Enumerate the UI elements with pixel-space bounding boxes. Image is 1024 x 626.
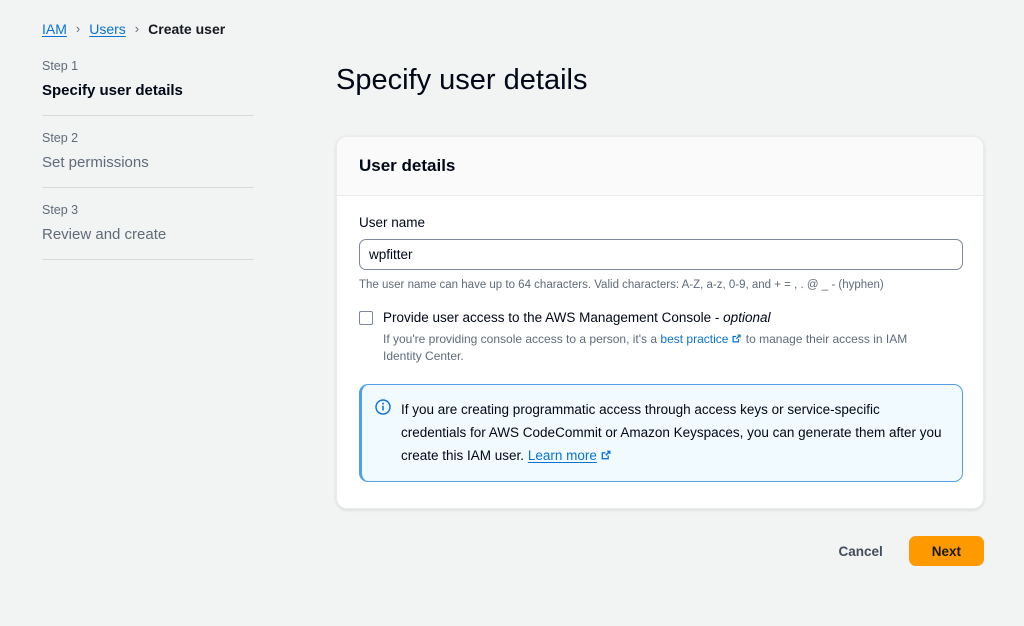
breadcrumb-item-users[interactable]: Users <box>89 20 126 38</box>
user-details-card: User details User name The user name can… <box>336 136 984 509</box>
step-3-title: Review and create <box>42 225 254 245</box>
learn-more-link[interactable]: Learn more <box>528 448 597 463</box>
username-constraint-text: The user name can have up to 64 characte… <box>359 277 961 293</box>
step-2-number: Step 2 <box>42 130 254 146</box>
create-user-page: IAM › Users › Create user Step 1 Specify… <box>0 0 1024 626</box>
breadcrumb-separator-icon: › <box>76 20 80 38</box>
wizard-step-list: Step 1 Specify user details Step 2 Set p… <box>42 58 254 260</box>
info-alert-body: If you are creating programmatic access … <box>401 402 942 463</box>
console-access-row: Provide user access to the AWS Managemen… <box>359 308 961 365</box>
external-link-icon <box>600 445 611 456</box>
wizard-sidebar: IAM › Users › Create user Step 1 Specify… <box>0 0 320 626</box>
card-header-title: User details <box>359 155 961 177</box>
info-alert-text: If you are creating programmatic access … <box>401 398 948 467</box>
card-body: User name The user name can have up to 6… <box>337 196 983 508</box>
wizard-step-1[interactable]: Step 1 Specify user details <box>42 58 254 115</box>
card-header: User details <box>337 137 983 196</box>
page-title: Specify user details <box>336 61 587 99</box>
wizard-step-2[interactable]: Step 2 Set permissions <box>42 115 254 187</box>
step-2-title: Set permissions <box>42 153 254 173</box>
console-access-label-optional: optional <box>723 310 770 325</box>
best-practice-link[interactable]: best practice <box>660 332 728 346</box>
step-1-title: Specify user details <box>42 81 254 101</box>
step-3-number: Step 3 <box>42 202 254 218</box>
wizard-footer: Cancel Next <box>336 536 984 566</box>
wizard-step-3[interactable]: Step 3 Review and create <box>42 187 254 259</box>
console-access-desc-before: If you're providing console access to a … <box>383 332 660 346</box>
breadcrumb-item-current: Create user <box>148 20 225 38</box>
breadcrumb-separator-icon: › <box>135 20 139 38</box>
next-button[interactable]: Next <box>909 536 984 566</box>
info-circle-icon <box>375 399 391 415</box>
username-label: User name <box>359 214 961 232</box>
console-access-label: Provide user access to the AWS Managemen… <box>383 308 961 327</box>
username-input[interactable] <box>359 239 963 270</box>
breadcrumb-item-iam[interactable]: IAM <box>42 20 67 38</box>
console-access-label-main: Provide user access to the AWS Managemen… <box>383 310 723 325</box>
console-access-checkbox[interactable] <box>359 311 373 325</box>
wizard-step-divider <box>42 259 254 260</box>
info-alert: If you are creating programmatic access … <box>359 384 963 482</box>
breadcrumb: IAM › Users › Create user <box>42 20 225 38</box>
console-access-texts: Provide user access to the AWS Managemen… <box>383 308 961 365</box>
console-access-description: If you're providing console access to a … <box>383 331 943 365</box>
cancel-button[interactable]: Cancel <box>828 538 892 565</box>
main-content: Specify user details User details User n… <box>320 0 1024 626</box>
step-1-number: Step 1 <box>42 58 254 74</box>
external-link-icon <box>731 332 742 343</box>
